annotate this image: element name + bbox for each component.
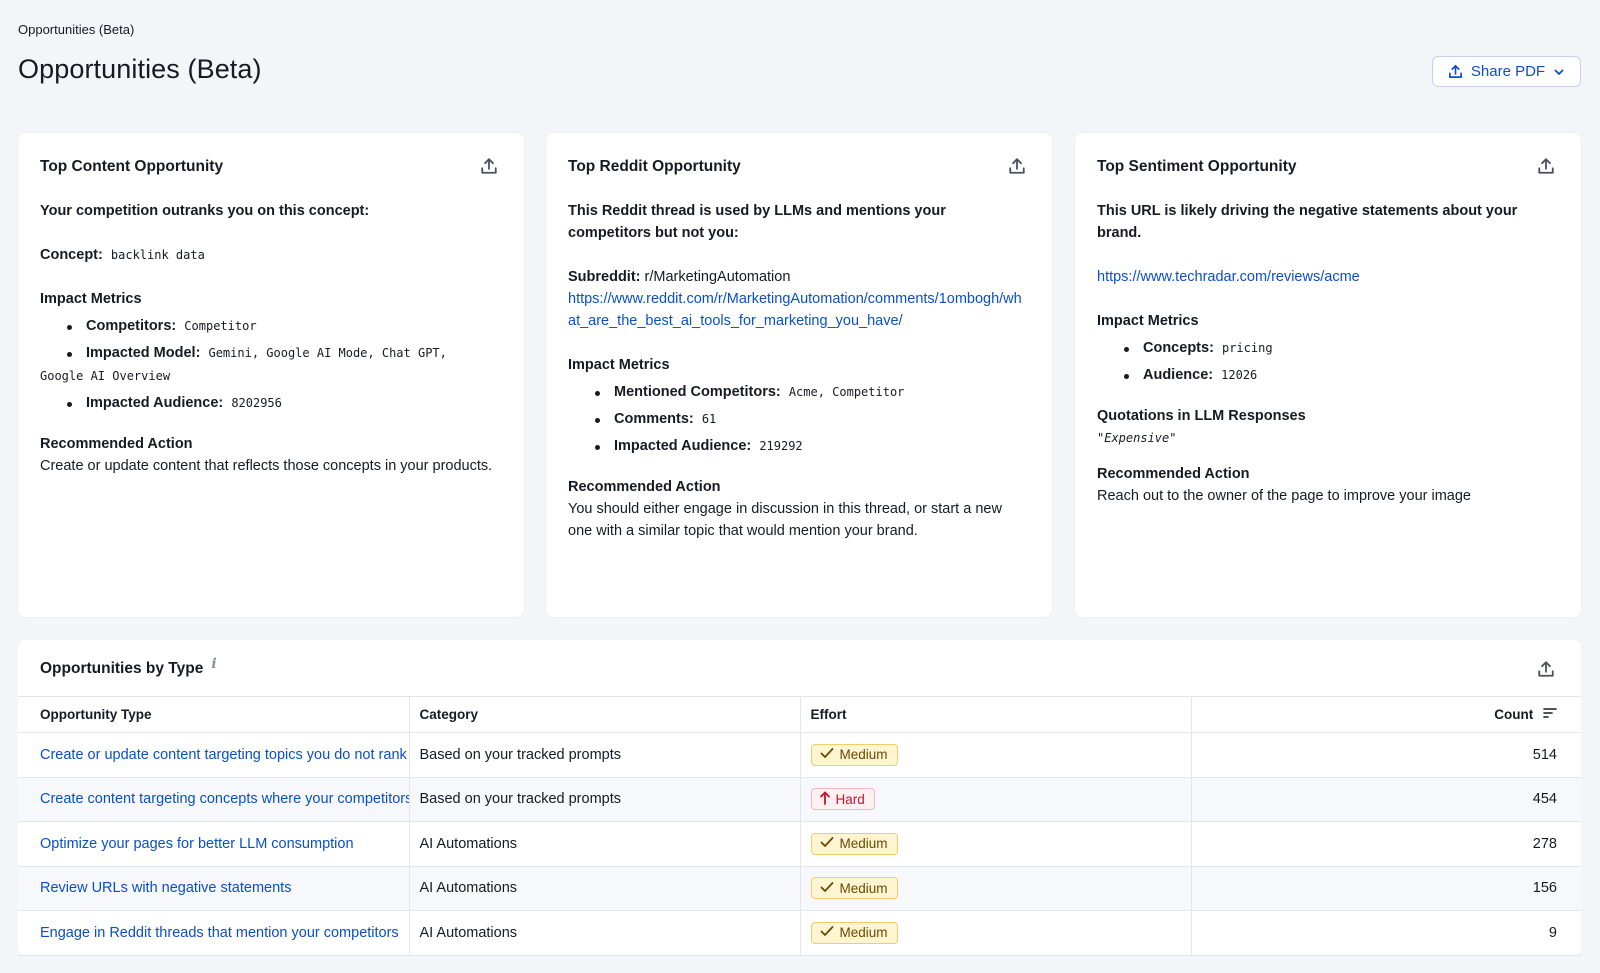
opportunity-type-link[interactable]: Optimize your pages for better LLM consu… bbox=[18, 821, 410, 867]
page-title: Opportunities (Beta) bbox=[18, 54, 262, 84]
category-cell: AI Automations bbox=[409, 910, 801, 956]
effort-cell: Medium bbox=[800, 732, 1192, 778]
top-reddit-opportunity-card: Top Reddit Opportunity This Reddit threa… bbox=[546, 133, 1052, 617]
card-title: Top Reddit Opportunity bbox=[568, 158, 741, 175]
column-header-category[interactable]: Category bbox=[409, 696, 801, 733]
effort-cell: Medium bbox=[800, 821, 1192, 867]
list-item: Comments: 61 bbox=[568, 408, 1028, 431]
column-header-count[interactable]: Count bbox=[1191, 696, 1581, 733]
recommended-action-heading: Recommended Action bbox=[568, 479, 721, 495]
effort-badge: Medium bbox=[810, 832, 898, 855]
check-icon bbox=[820, 925, 834, 940]
table-row: Create or update content targeting topic… bbox=[18, 732, 1581, 778]
category-cell: AI Automations bbox=[409, 866, 801, 911]
export-icon[interactable] bbox=[1537, 157, 1555, 175]
recommended-action-text: You should either engage in discussion i… bbox=[568, 501, 1002, 539]
reddit-thread-link[interactable]: https://www.reddit.com/r/MarketingAutoma… bbox=[568, 288, 1028, 332]
opportunity-type-link[interactable]: Create or update content targeting topic… bbox=[18, 732, 410, 778]
share-pdf-button[interactable]: Share PDF bbox=[1432, 56, 1581, 87]
table-row: Optimize your pages for better LLM consu… bbox=[18, 821, 1581, 867]
effort-cell: Medium bbox=[800, 910, 1192, 956]
card-intro: This URL is likely driving the negative … bbox=[1097, 203, 1518, 241]
effort-cell: Medium bbox=[800, 866, 1192, 911]
card-intro: This Reddit thread is used by LLMs and m… bbox=[568, 203, 946, 241]
card-title: Top Sentiment Opportunity bbox=[1097, 158, 1297, 175]
effort-badge: Hard bbox=[810, 788, 875, 811]
column-header-type[interactable]: Opportunity Type bbox=[18, 696, 410, 733]
effort-label: Hard bbox=[835, 791, 865, 807]
recommended-action-text: Create or update content that reflects t… bbox=[40, 458, 493, 474]
impact-metrics-list: Competitors: Competitor Impacted Model: … bbox=[40, 315, 500, 415]
opportunity-type-link[interactable]: Engage in Reddit threads that mention yo… bbox=[18, 910, 410, 956]
category-cell: AI Automations bbox=[409, 821, 801, 867]
export-icon[interactable] bbox=[1537, 660, 1555, 678]
table-row: Create content targeting concepts where … bbox=[18, 777, 1581, 822]
effort-label: Medium bbox=[839, 880, 888, 896]
upload-icon bbox=[1448, 64, 1463, 79]
quotation-text: "Expensive" bbox=[1097, 431, 1177, 445]
opportunity-type-link[interactable]: Create content targeting concepts where … bbox=[18, 777, 410, 822]
effort-badge: Medium bbox=[810, 877, 898, 900]
recommended-action-text: Reach out to the owner of the page to im… bbox=[1097, 488, 1471, 504]
check-icon bbox=[820, 881, 834, 896]
card-intro: Your competition outranks you on this co… bbox=[40, 203, 370, 219]
check-icon bbox=[820, 747, 834, 762]
table-row: Engage in Reddit threads that mention yo… bbox=[18, 910, 1581, 956]
card-title: Top Content Opportunity bbox=[40, 158, 224, 175]
info-icon[interactable]: i bbox=[211, 656, 216, 672]
recommended-action-heading: Recommended Action bbox=[40, 436, 193, 452]
impact-metrics-heading: Impact Metrics bbox=[40, 291, 142, 307]
opportunity-type-link[interactable]: Review URLs with negative statements bbox=[18, 866, 410, 911]
quotations-heading: Quotations in LLM Responses bbox=[1097, 408, 1306, 424]
list-item: Impacted Audience: 219292 bbox=[568, 435, 1028, 458]
count-cell: 156 bbox=[1191, 866, 1581, 911]
breadcrumb: Opportunities (Beta) bbox=[18, 22, 135, 37]
count-cell: 514 bbox=[1191, 732, 1581, 778]
count-cell: 278 bbox=[1191, 821, 1581, 867]
effort-label: Medium bbox=[839, 925, 888, 941]
concept-label: Concept: bbox=[40, 247, 103, 263]
impact-metrics-heading: Impact Metrics bbox=[568, 357, 670, 373]
count-cell: 9 bbox=[1191, 910, 1581, 956]
recommended-action-heading: Recommended Action bbox=[1097, 466, 1250, 482]
arrow-up-icon bbox=[819, 791, 830, 808]
top-content-opportunity-card: Top Content Opportunity Your competition… bbox=[18, 133, 524, 617]
chevron-down-icon bbox=[1553, 66, 1565, 78]
list-item: Audience: 12026 bbox=[1097, 364, 1557, 387]
impact-metrics-list: Mentioned Competitors: Acme, Competitor … bbox=[568, 381, 1028, 458]
list-item: Competitors: Competitor bbox=[40, 315, 500, 338]
subreddit-value: r/MarketingAutomation bbox=[644, 269, 791, 285]
list-item: Impacted Audience: 8202956 bbox=[40, 392, 500, 415]
opportunities-by-type-panel: Opportunities by Type i Opportunity Type… bbox=[18, 640, 1581, 956]
export-icon[interactable] bbox=[1008, 157, 1026, 175]
subreddit-label: Subreddit: bbox=[568, 269, 641, 285]
share-pdf-label: Share PDF bbox=[1470, 63, 1546, 80]
effort-label: Medium bbox=[839, 836, 888, 852]
sentiment-url-link[interactable]: https://www.techradar.com/reviews/acme bbox=[1097, 266, 1557, 288]
category-cell: Based on your tracked prompts bbox=[409, 777, 801, 822]
table-row: Review URLs with negative statements AI A… bbox=[18, 866, 1581, 911]
list-item: Concepts: pricing bbox=[1097, 337, 1557, 360]
impact-metrics-heading: Impact Metrics bbox=[1097, 313, 1199, 329]
list-item: Impacted Model: Gemini, Google AI Mode, … bbox=[40, 342, 500, 388]
check-icon bbox=[820, 836, 834, 851]
impact-metrics-list: Concepts: pricing Audience: 12026 bbox=[1097, 337, 1557, 387]
effort-badge: Medium bbox=[810, 921, 898, 944]
opportunities-table: Opportunity Type Category Effort Count C… bbox=[18, 696, 1581, 956]
list-item: Mentioned Competitors: Acme, Competitor bbox=[568, 381, 1028, 404]
panel-title: Opportunities by Type bbox=[40, 660, 204, 677]
column-header-effort[interactable]: Effort bbox=[800, 696, 1192, 733]
effort-badge: Medium bbox=[810, 743, 898, 766]
concept-value: backlink data bbox=[110, 248, 205, 262]
count-cell: 454 bbox=[1191, 777, 1581, 822]
effort-cell: Hard bbox=[800, 777, 1192, 822]
sort-icon[interactable] bbox=[1543, 707, 1557, 722]
effort-label: Medium bbox=[839, 747, 888, 763]
export-icon[interactable] bbox=[480, 157, 498, 175]
top-sentiment-opportunity-card: Top Sentiment Opportunity This URL is li… bbox=[1075, 133, 1581, 617]
category-cell: Based on your tracked prompts bbox=[409, 732, 801, 778]
